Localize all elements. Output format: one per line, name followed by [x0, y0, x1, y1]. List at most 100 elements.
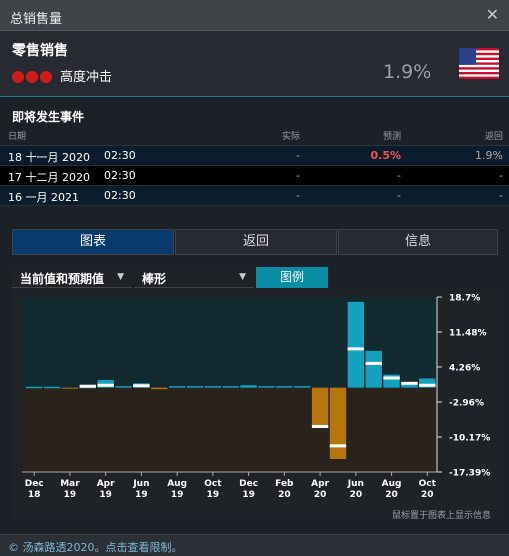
row-return: 1.9% — [475, 149, 503, 162]
x-tick-label: 18 — [28, 490, 41, 500]
forecast-mark — [365, 361, 382, 365]
events-table: 日期 实际 预测 返回 18 十一月 2020 02:30 - 0.5% 1.9… — [0, 124, 509, 206]
row-forecast: - — [397, 169, 401, 182]
series-select[interactable]: 当前值和预期值 ▼ — [12, 268, 132, 288]
footer: © 汤森路透2020。点击查看限制。 — [0, 534, 509, 556]
bar — [204, 386, 222, 388]
bar — [43, 386, 61, 389]
bar — [26, 386, 43, 389]
y-tick-label: -17.39% — [449, 469, 490, 479]
x-tick-label: 19 — [171, 490, 184, 500]
table-header: 日期 实际 预测 返回 — [0, 124, 509, 146]
col-date: 日期 — [8, 132, 27, 142]
x-tick-label: Dec — [239, 479, 258, 489]
view-tabs: 图表 返回 信息 — [12, 229, 498, 255]
x-tick-label: Oct — [419, 479, 437, 489]
forecast-mark — [383, 376, 400, 380]
chevron-down-icon: ▼ — [239, 272, 246, 282]
x-tick-label: Apr — [97, 479, 115, 489]
close-icon[interactable]: ✕ — [486, 5, 499, 24]
y-tick-label: 11.48% — [449, 329, 487, 339]
x-tick-label: Jun — [132, 479, 149, 489]
bar — [240, 385, 257, 388]
impact-dots — [12, 68, 54, 83]
y-tick-label: 4.26% — [449, 364, 480, 374]
tab-return[interactable]: 返回 — [175, 229, 337, 255]
forecast-mark — [419, 383, 436, 387]
forecast-mark — [97, 383, 114, 387]
row-actual: - — [296, 189, 300, 202]
legend-button[interactable]: 图例 — [256, 267, 328, 288]
impact-dot-icon — [26, 71, 38, 83]
x-tick-label: 20 — [385, 490, 398, 500]
bar — [276, 386, 293, 388]
impact-dot-icon — [12, 71, 24, 83]
negative-region — [22, 387, 437, 472]
table-row[interactable]: 17 十二月 2020 02:30 - - - — [0, 166, 509, 186]
x-tick-label: 20 — [314, 490, 327, 500]
col-actual: 实际 — [281, 132, 300, 142]
chart-hint: 鼠标置于图表上显示信息 — [391, 511, 491, 521]
x-tick-label: 19 — [242, 490, 255, 500]
row-date: 17 十二月 2020 — [8, 171, 90, 184]
chart-type-select[interactable]: 棒形 ▼ — [134, 268, 254, 288]
x-tick-label: 19 — [207, 490, 220, 500]
row-time: 02:30 — [104, 149, 136, 162]
x-tick-label: Feb — [275, 479, 294, 489]
x-tick-label: Aug — [167, 479, 187, 489]
bar — [365, 350, 382, 388]
y-tick-label: 18.7% — [449, 294, 480, 304]
row-return: - — [499, 169, 503, 182]
bar-chart[interactable]: 18.7%11.48%4.26%-2.96%-10.17%-17.39%Dec1… — [12, 289, 498, 507]
row-return: - — [499, 189, 503, 202]
x-tick-label: Jun — [347, 479, 364, 489]
forecast-mark — [329, 444, 347, 448]
bar — [258, 386, 275, 388]
y-tick-label: -10.17% — [449, 434, 490, 444]
x-tick-label: 20 — [421, 490, 434, 500]
x-tick-label: Oct — [204, 479, 222, 489]
impact-label: 高度冲击 — [60, 70, 113, 85]
row-time: 02:30 — [104, 169, 136, 182]
x-tick-label: 20 — [350, 490, 363, 500]
row-forecast: - — [397, 189, 401, 202]
chevron-down-icon: ▼ — [117, 272, 124, 282]
tab-info[interactable]: 信息 — [338, 229, 498, 255]
series-select-label: 当前值和预期值 — [20, 272, 105, 286]
upcoming-events-title: 即将发生事件 — [12, 110, 85, 124]
tab-chart[interactable]: 图表 — [12, 229, 174, 255]
y-tick-label: -2.96% — [449, 399, 484, 409]
x-tick-label: 19 — [99, 490, 112, 500]
bar — [115, 386, 132, 388]
bar — [311, 387, 329, 428]
row-time: 02:30 — [104, 189, 136, 202]
indicator-header: 零售销售 高度冲击 1.9% — [0, 31, 509, 97]
col-return: 返回 — [484, 132, 503, 142]
bar — [151, 387, 168, 390]
indicator-name: 零售销售 — [12, 43, 68, 59]
copyright-link[interactable]: © 汤森路透2020。点击查看限制。 — [8, 539, 183, 555]
bar — [61, 387, 79, 389]
row-actual: - — [296, 149, 300, 162]
x-tick-label: 20 — [278, 490, 291, 500]
forecast-mark — [311, 424, 329, 428]
x-tick-label: 19 — [135, 490, 148, 500]
chart-type-label: 棒形 — [142, 272, 167, 286]
bar — [347, 301, 365, 388]
table-row[interactable]: 16 一月 2021 02:30 - - - — [0, 186, 509, 206]
chart-area[interactable]: 18.7% 11.48% 4.26% -2.96% -10.17% -17.39% Dec 1… — [12, 289, 498, 519]
bar — [168, 386, 186, 388]
forecast-mark — [347, 347, 365, 351]
row-date: 18 十一月 2020 — [8, 151, 90, 164]
row-forecast: 0.5% — [370, 149, 401, 162]
x-tick-label: 19 — [64, 490, 77, 500]
window-title: 总销售量 — [10, 12, 63, 27]
us-flag-icon — [459, 48, 499, 79]
forecast-mark — [79, 384, 96, 388]
x-tick-label: Dec — [25, 479, 44, 489]
x-tick-label: Apr — [311, 479, 329, 489]
table-row[interactable]: 18 十一月 2020 02:30 - 0.5% 1.9% — [0, 146, 509, 166]
x-tick-label: Aug — [382, 479, 402, 489]
bar — [222, 386, 239, 388]
impact-dot-icon — [40, 71, 52, 83]
